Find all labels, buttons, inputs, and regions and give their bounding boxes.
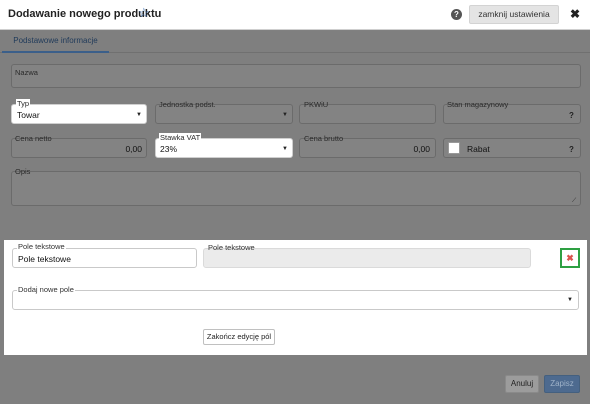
resize-handle-icon[interactable]: ⟋ — [572, 198, 576, 205]
discount-checkbox[interactable] — [448, 142, 460, 154]
tab-basic-info[interactable]: Podstawowe informacje — [2, 31, 109, 53]
net-price-value: 0,00 — [125, 144, 142, 154]
stock-help-icon[interactable]: ? — [569, 111, 574, 120]
name-field[interactable] — [11, 64, 581, 88]
add-field-select[interactable] — [12, 290, 579, 310]
star-outline-icon[interactable]: ☆ — [138, 5, 150, 21]
description-label: Opis — [15, 167, 31, 176]
close-settings-button[interactable]: zamknij ustawienia — [469, 5, 559, 24]
pkwiu-label: PKWiU — [304, 100, 329, 109]
close-icon[interactable]: ✖ — [570, 7, 580, 21]
add-field-label: Dodaj nowe pole — [17, 285, 75, 294]
finish-editing-button[interactable]: Zakończ edycję pól — [203, 329, 275, 345]
net-price-label: Cena netto — [15, 134, 52, 143]
type-label: Typ — [16, 99, 31, 108]
custom-field-name-label: Pole tekstowe — [17, 242, 66, 251]
vat-rate-label: Stawka VAT — [159, 133, 202, 142]
description-field[interactable] — [11, 171, 581, 206]
gross-price-value: 0,00 — [413, 144, 430, 154]
discount-field — [443, 138, 581, 158]
dialog-header: Dodawanie nowego produktu ☆ ? zamknij us… — [0, 0, 590, 30]
type-dropdown-arrow-icon: ▼ — [136, 112, 142, 118]
add-field-dropdown-arrow-icon: ▼ — [567, 297, 573, 303]
custom-field-name-value: Pole tekstowe — [18, 254, 71, 264]
name-label: Nazwa — [15, 68, 38, 77]
save-button[interactable]: Zapisz — [544, 375, 580, 393]
discount-help-icon[interactable]: ? — [569, 145, 574, 154]
discount-label: Rabat — [467, 144, 490, 154]
type-value: Towar — [17, 110, 40, 120]
vat-dropdown-arrow-icon: ▼ — [282, 146, 288, 152]
unit-dropdown-arrow-icon: ▼ — [282, 112, 288, 118]
cancel-button[interactable]: Anuluj — [505, 375, 539, 393]
unit-label: Jednostka podst. — [159, 100, 216, 109]
gross-price-label: Cena brutto — [304, 134, 344, 143]
help-icon[interactable]: ? — [451, 9, 462, 20]
delete-x-icon[interactable]: ✖ — [560, 248, 580, 268]
custom-field-preview-label: Pole tekstowe — [208, 243, 255, 252]
stock-label: Stan magazynowy — [447, 100, 509, 109]
vat-rate-value: 23% — [160, 144, 178, 154]
